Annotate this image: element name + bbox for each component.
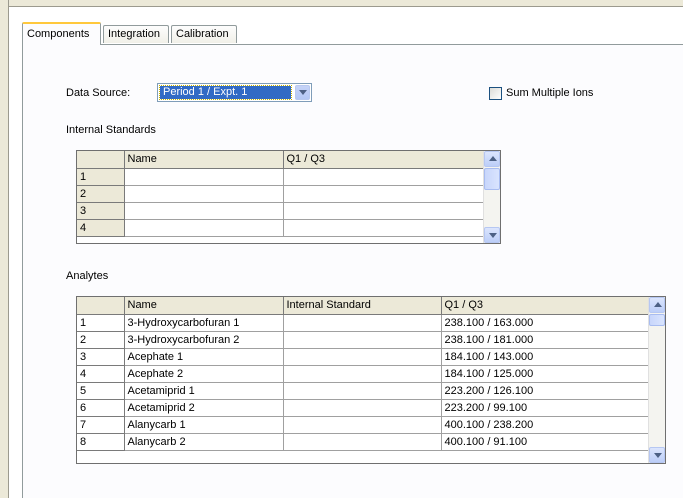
row-header[interactable]: 1 [77,168,125,186]
cell-name[interactable]: Acephate 2 [124,365,284,383]
chevron-down-icon [299,90,307,95]
cell-q1q3[interactable]: 184.100 / 125.000 [441,365,650,383]
sum-multiple-ions-checkbox[interactable] [489,87,502,100]
column-header-name[interactable]: Name [124,297,284,315]
row-header[interactable]: 7 [77,416,125,434]
scroll-down-button[interactable] [484,227,500,243]
cell-name[interactable] [124,168,284,186]
cell-q1q3[interactable]: 400.100 / 238.200 [441,416,650,434]
cell-internal-standard[interactable] [283,348,442,366]
cell-q1q3[interactable] [283,202,485,220]
row-header[interactable]: 2 [77,331,125,349]
data-source-label: Data Source: [66,87,131,99]
dropdown-button[interactable] [295,85,310,100]
window-left-edge [0,0,9,498]
cell-q1q3[interactable]: 238.100 / 181.000 [441,331,650,349]
cell-q1q3[interactable] [283,219,485,237]
table-row[interactable]: 8 Alanycarb 2 400.100 / 91.100 [77,433,650,451]
vertical-scrollbar[interactable] [483,151,500,243]
row-header[interactable]: 2 [77,185,125,203]
cell-internal-standard[interactable] [283,416,442,434]
cell-q1q3[interactable]: 184.100 / 143.000 [441,348,650,366]
row-header[interactable]: 8 [77,433,125,451]
cell-q1q3[interactable]: 238.100 / 163.000 [441,314,650,332]
table-row[interactable]: 2 [77,185,485,203]
table-row[interactable]: 3 Acephate 1 184.100 / 143.000 [77,348,650,366]
row-header[interactable]: 1 [77,314,125,332]
table-row[interactable]: 4 Acephate 2 184.100 / 125.000 [77,365,650,383]
cell-name[interactable] [124,185,284,203]
table-row[interactable]: 6 Acetamiprid 2 223.200 / 99.100 [77,399,650,417]
cell-q1q3[interactable]: 223.200 / 126.100 [441,382,650,400]
cell-name[interactable]: Alanycarb 2 [124,433,284,451]
cell-q1q3[interactable]: 400.100 / 91.100 [441,433,650,451]
table-row[interactable]: 5 Acetamiprid 1 223.200 / 126.100 [77,382,650,400]
cell-name[interactable]: Acephate 1 [124,348,284,366]
row-header[interactable]: 3 [77,202,125,220]
cell-name[interactable]: Acetamiprid 1 [124,382,284,400]
column-header-q1q3[interactable]: Q1 / Q3 [441,297,650,315]
table-row[interactable]: 7 Alanycarb 1 400.100 / 238.200 [77,416,650,434]
chevron-down-icon [489,233,497,238]
table-row[interactable]: 4 [77,219,485,237]
row-header[interactable]: 4 [77,219,125,237]
analytes-title: Analytes [66,270,109,282]
cell-name[interactable]: Acetamiprid 2 [124,399,284,417]
row-header[interactable]: 5 [77,382,125,400]
analytes-grid: Name Internal Standard Q1 / Q3 1 3-Hydro… [76,296,666,464]
chevron-up-icon [654,302,662,307]
table-row[interactable]: 1 [77,168,485,186]
column-header-q1q3[interactable]: Q1 / Q3 [283,151,485,169]
row-header[interactable]: 3 [77,348,125,366]
cell-internal-standard[interactable] [283,314,442,332]
cell-q1q3[interactable] [283,168,485,186]
cell-name[interactable]: 3-Hydroxycarbofuran 1 [124,314,284,332]
sum-multiple-ions-label[interactable]: Sum Multiple Ions [506,87,593,99]
tab-calibration[interactable]: Calibration [171,25,237,43]
cell-internal-standard[interactable] [283,331,442,349]
cell-q1q3[interactable]: 223.200 / 99.100 [441,399,650,417]
cell-name[interactable] [124,202,284,220]
vertical-scrollbar[interactable] [648,297,665,463]
scroll-thumb[interactable] [649,314,665,326]
table-row[interactable]: 3 [77,202,485,220]
cell-name[interactable] [124,219,284,237]
column-header-internal-standard[interactable]: Internal Standard [283,297,442,315]
tab-integration[interactable]: Integration [103,25,169,43]
window-top-edge [0,0,683,7]
tab-components[interactable]: Components [22,22,101,45]
data-source-value: Period 1 / Expt. 1 [159,85,292,100]
chevron-up-icon [489,156,497,161]
cell-name[interactable]: Alanycarb 1 [124,416,284,434]
cell-q1q3[interactable] [283,185,485,203]
table-row[interactable]: 2 3-Hydroxycarbofuran 2 238.100 / 181.00… [77,331,650,349]
corner-header [77,151,125,169]
cell-internal-standard[interactable] [283,365,442,383]
cell-internal-standard[interactable] [283,433,442,451]
cell-name[interactable]: 3-Hydroxycarbofuran 2 [124,331,284,349]
internal-standards-title: Internal Standards [66,124,156,136]
corner-header [77,297,125,315]
chevron-down-icon [654,453,662,458]
internal-standards-grid: Name Q1 / Q3 1 2 3 4 [76,150,501,244]
scroll-thumb[interactable] [484,168,500,190]
column-header-name[interactable]: Name [124,151,284,169]
scroll-up-button[interactable] [649,297,665,313]
data-source-dropdown[interactable]: Period 1 / Expt. 1 [157,83,312,102]
row-header[interactable]: 6 [77,399,125,417]
cell-internal-standard[interactable] [283,382,442,400]
cell-internal-standard[interactable] [283,399,442,417]
row-header[interactable]: 4 [77,365,125,383]
table-row[interactable]: 1 3-Hydroxycarbofuran 1 238.100 / 163.00… [77,314,650,332]
scroll-up-button[interactable] [484,151,500,167]
scroll-down-button[interactable] [649,447,665,463]
